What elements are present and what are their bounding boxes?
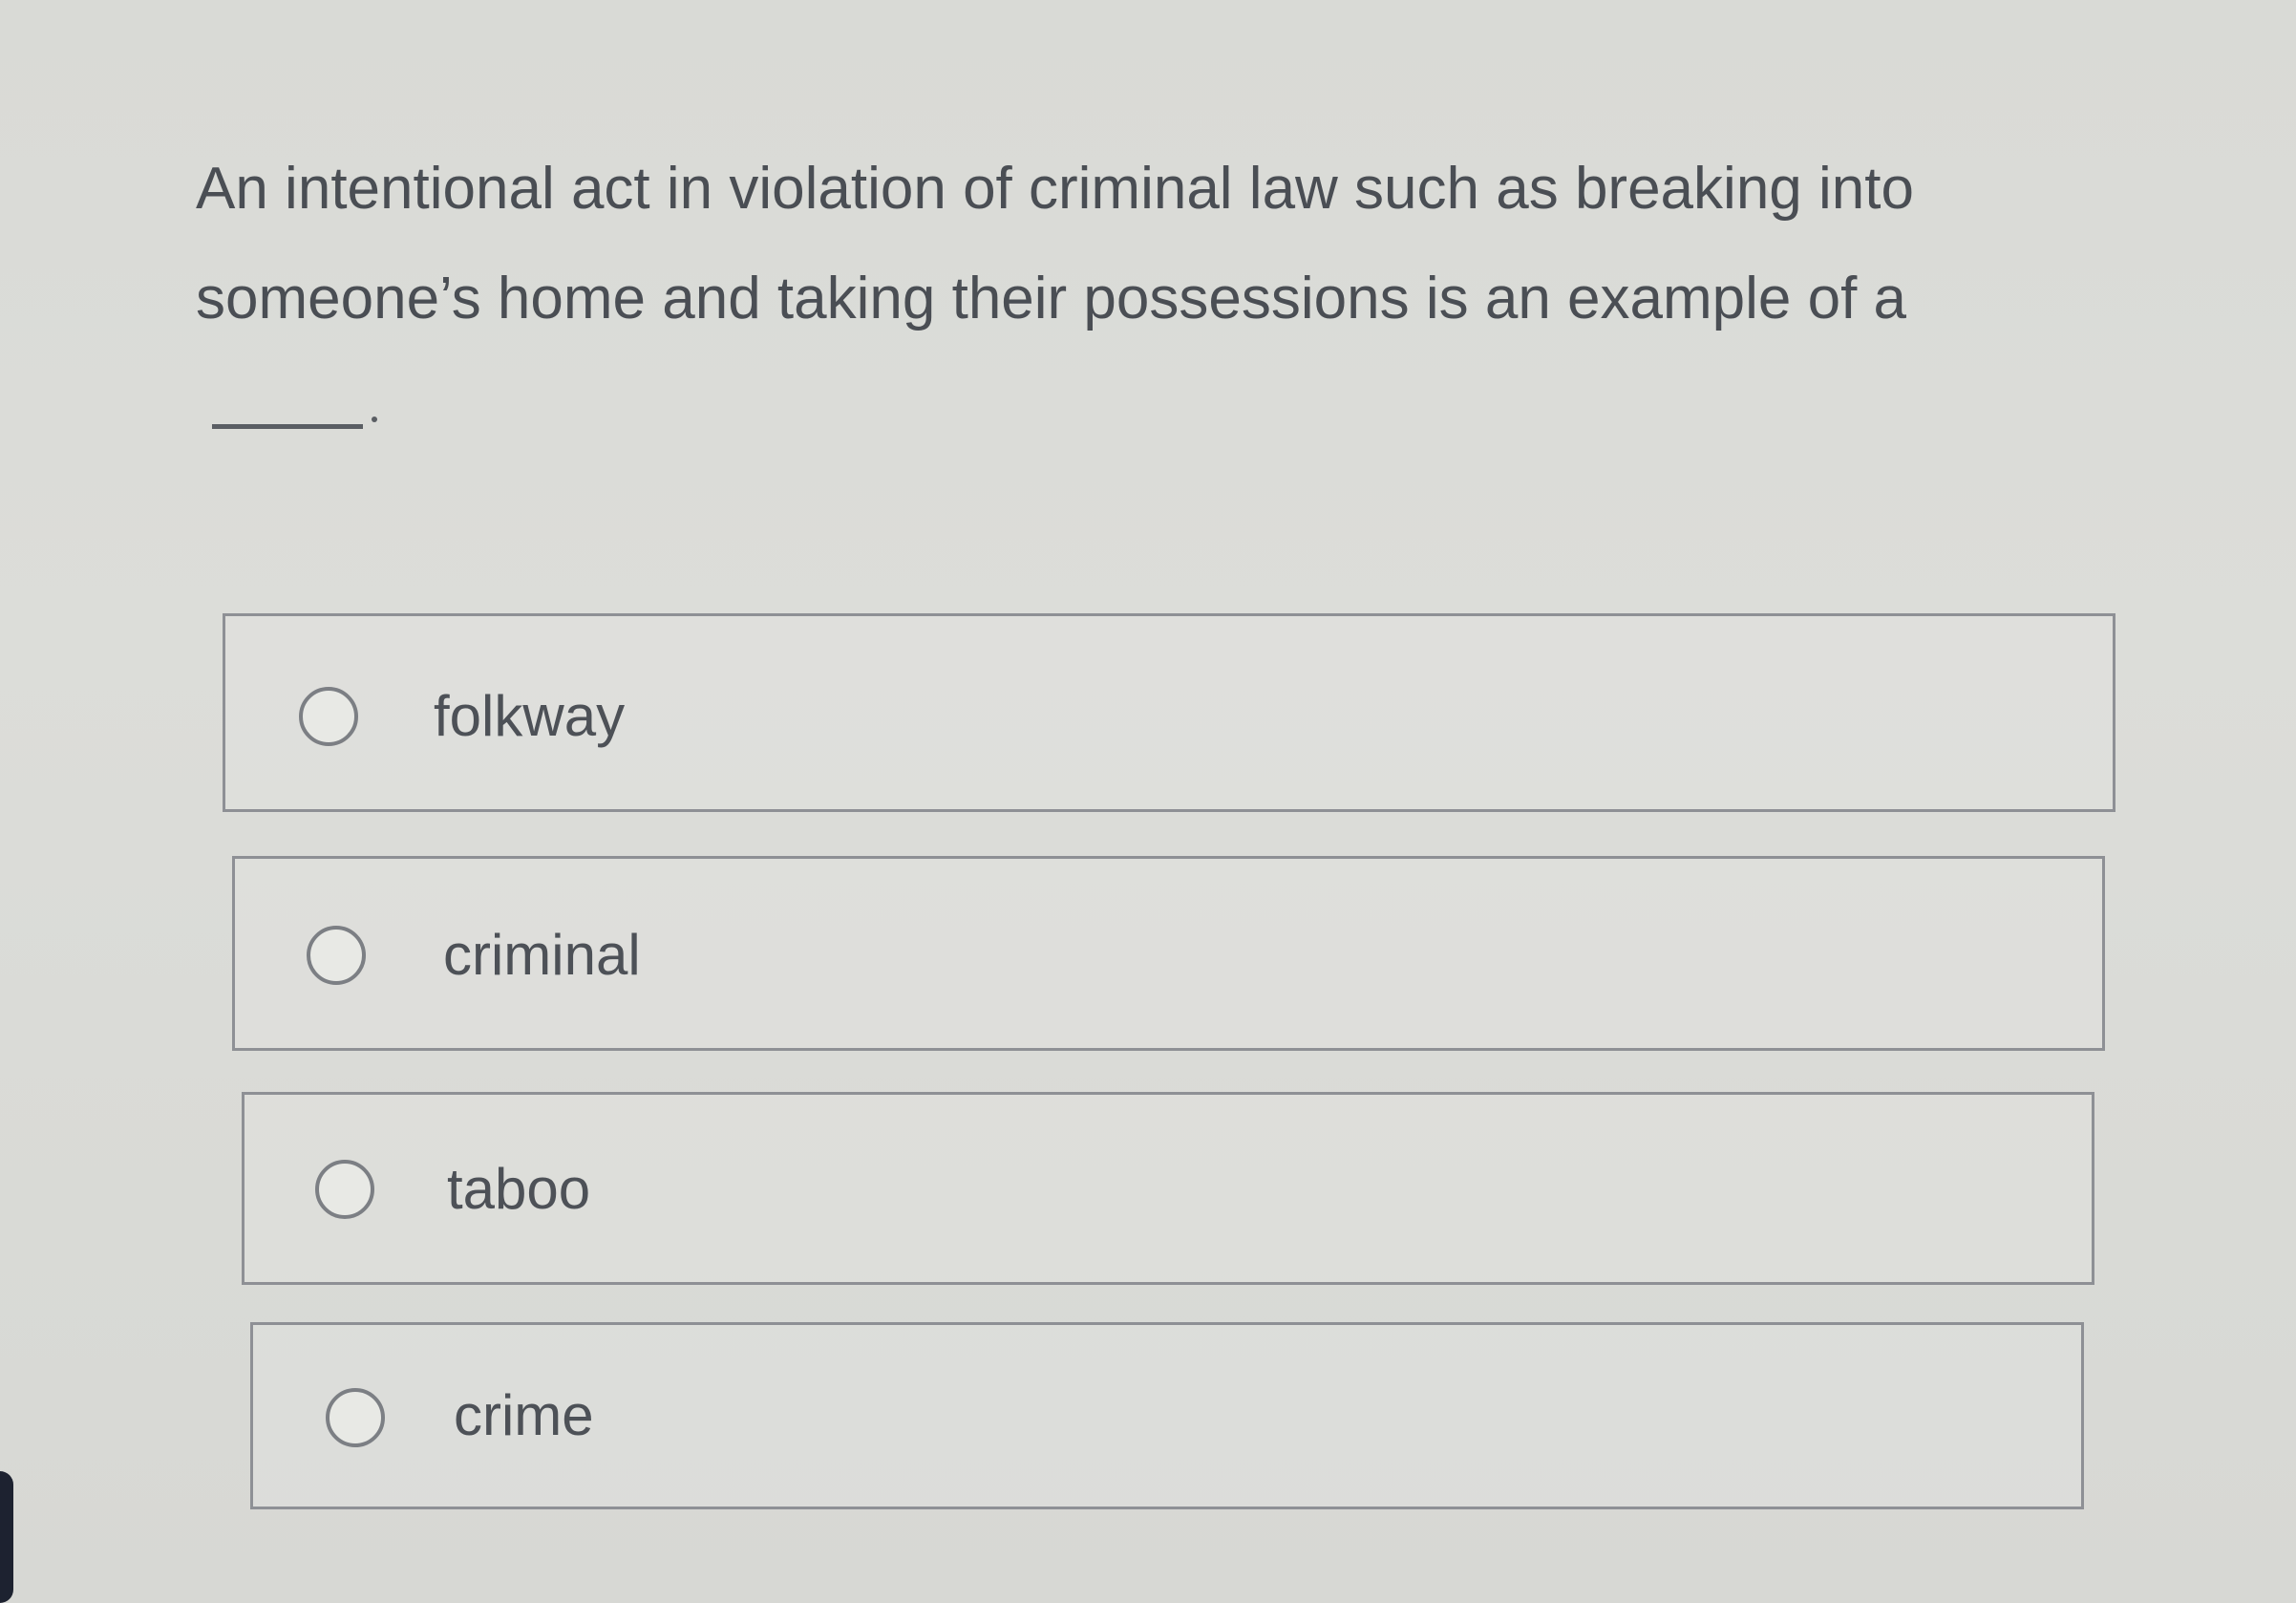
option-label: crime (454, 1383, 594, 1447)
answer-blank (212, 424, 363, 429)
option-label: folkway (434, 684, 626, 748)
answer-option-taboo[interactable]: taboo (242, 1092, 2094, 1285)
blank-period (372, 417, 377, 422)
radio-button-icon[interactable] (299, 687, 358, 746)
radio-button-icon[interactable] (307, 926, 366, 985)
answer-option-criminal[interactable]: criminal (232, 856, 2105, 1051)
screen-edge-shadow (0, 1471, 13, 1603)
radio-button-icon[interactable] (315, 1160, 374, 1219)
option-label: taboo (447, 1157, 591, 1221)
option-label: criminal (443, 923, 641, 987)
answer-option-folkway[interactable]: folkway (223, 613, 2115, 812)
answer-option-crime[interactable]: crime (250, 1322, 2084, 1509)
question-text: An intentional act in violation of crimi… (196, 156, 1914, 331)
radio-button-icon[interactable] (326, 1388, 385, 1447)
